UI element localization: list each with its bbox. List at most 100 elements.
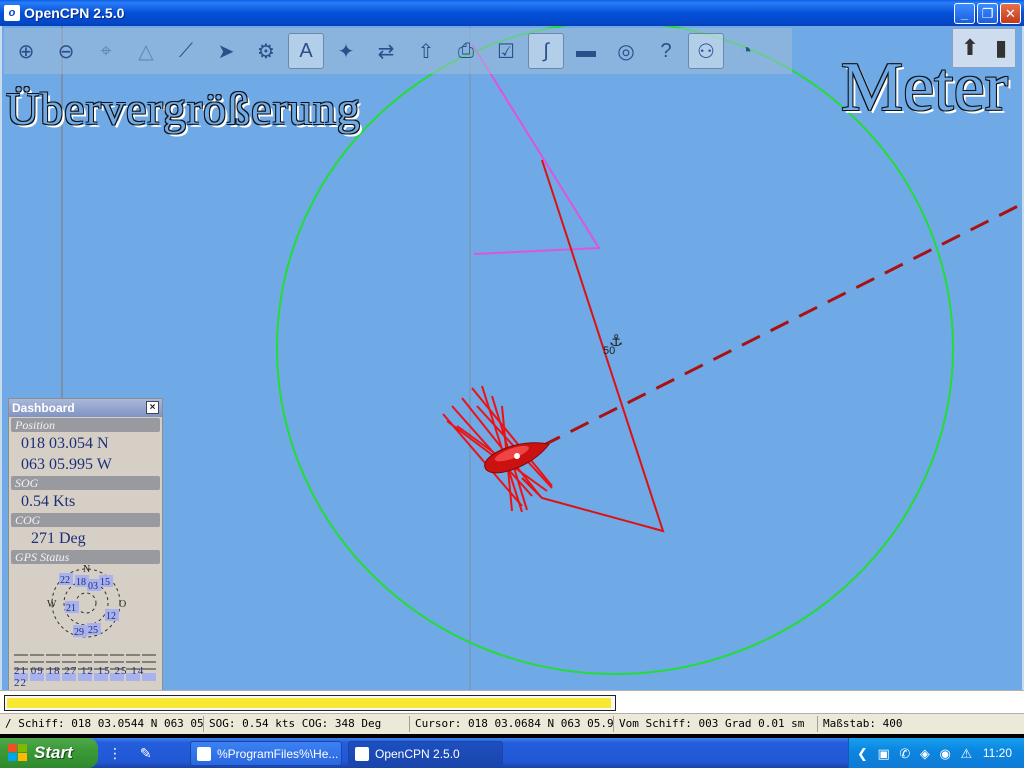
- minimize-button[interactable]: _: [954, 3, 975, 24]
- sog-label: SOG: [11, 476, 160, 490]
- progress-strip: [0, 690, 1024, 714]
- satellite-label: 03: [88, 581, 98, 592]
- compass-east-label: O: [119, 599, 126, 610]
- progress-bar-fill: [7, 698, 611, 708]
- dashboard-close-button[interactable]: ×: [146, 401, 159, 414]
- satellite-label: 22: [60, 575, 70, 586]
- compass-west-label: W: [47, 599, 57, 610]
- ais-icon: ⚇: [697, 40, 715, 63]
- help-button[interactable]: ?: [648, 33, 684, 69]
- start-button[interactable]: Start: [0, 738, 98, 768]
- satellite-label: 18: [76, 577, 86, 588]
- status-from-ship: Vom Schiff: 003 Grad 0.01 sm: [616, 716, 818, 732]
- route-button[interactable]: ⟋: [168, 33, 204, 69]
- color-scheme-button[interactable]: ▬: [568, 33, 604, 69]
- satellite-label: 12: [106, 611, 116, 622]
- settings-button[interactable]: ⚙: [248, 33, 284, 69]
- current-icon: ✦: [337, 40, 355, 63]
- print-button[interactable]: ⎙: [448, 33, 484, 69]
- satellite-label: 21: [66, 603, 76, 614]
- satellite-label: 25: [88, 625, 98, 636]
- currents-button[interactable]: ⇧: [408, 33, 444, 69]
- zoom-out-button[interactable]: ⊖: [48, 33, 84, 69]
- overzoom-label: Übervergrößerung: [6, 83, 361, 134]
- signal-bars-icon: ▮: [995, 35, 1008, 60]
- ais-button[interactable]: ⚇: [688, 33, 724, 69]
- dashboard-button[interactable]: ◔: [728, 33, 764, 69]
- quick-launch[interactable]: ⋮ ✎: [108, 745, 152, 762]
- windows-logo-icon: [8, 744, 27, 761]
- text-button[interactable]: A: [288, 33, 324, 69]
- satellite-label: 29: [74, 627, 84, 638]
- route-line: [471, 43, 601, 255]
- heading-line: [541, 202, 1022, 448]
- current-button[interactable]: ✦: [328, 33, 364, 69]
- settings-icon: ⚙: [257, 40, 275, 63]
- dashboard-title: Dashboard: [12, 401, 75, 415]
- zoom-in-button[interactable]: ⊕: [8, 33, 44, 69]
- mob-icon: ◎: [617, 40, 635, 63]
- opencpn-task-icon: [355, 747, 369, 761]
- tides-button[interactable]: ⇄: [368, 33, 404, 69]
- clock: 11:20: [982, 746, 1012, 760]
- dashboard-titlebar[interactable]: Dashboard ×: [9, 399, 162, 417]
- follow-icon: ➤: [217, 40, 235, 63]
- follow-button[interactable]: ➤: [208, 33, 244, 69]
- track-icon: ∫: [543, 39, 549, 62]
- task-item-explorer[interactable]: %ProgramFiles%\He...: [190, 741, 342, 766]
- gps-sky-view: 22 18 03 15 21 12 25 29 N W O: [11, 565, 161, 641]
- status-cursor: Cursor: 018 03.0684 N 063 05.9952 W: [412, 716, 614, 732]
- route-manager-icon: ☑: [497, 40, 515, 63]
- track-button[interactable]: ∫: [528, 33, 564, 69]
- window-titlebar[interactable]: o OpenCPN 2.5.0 _ ❐ ✕: [0, 0, 1024, 26]
- currents-icon: ⇧: [417, 40, 435, 63]
- folder-icon: [197, 747, 211, 761]
- dashboard-icon: ◔: [739, 39, 753, 62]
- gps-signal-bars: 21 09 18 27 12 15 25 14 22: [11, 645, 160, 690]
- opencpn-app-icon: o: [4, 5, 20, 21]
- latitude-value: 018 03.054 N: [21, 435, 109, 452]
- progress-bar: [4, 695, 616, 711]
- scale-in-icon: ⌖: [100, 39, 112, 62]
- task-item-opencpn[interactable]: OpenCPN 2.5.0: [348, 741, 503, 766]
- system-tray: ❮ ▣ ✆ ◈ ◉ ⚠ 11:20: [848, 738, 1024, 768]
- dashboard-panel: Dashboard × Position 018 03.054 N 063 05…: [8, 398, 163, 690]
- chart-canvas[interactable]: ⚓ Meter Übervergrößerung 50 ⊕ ⊖ ⌖ △ ⟋ ➤ ⚙ A ✦ ⇄ ⇧ ⎙…: [0, 26, 1024, 690]
- status-bar: / Schiff: 018 03.0544 N 063 05.9960 W SO…: [0, 714, 1024, 734]
- tray-icons[interactable]: ❮ ▣ ✆ ◈ ◉ ⚠: [857, 746, 975, 762]
- print-icon: ⎙: [458, 39, 474, 62]
- sog-value: 0.54 Kts: [21, 493, 76, 510]
- task-item-label: OpenCPN 2.5.0: [375, 747, 460, 761]
- route-icon: ⟋: [179, 39, 193, 62]
- task-item-label: %ProgramFiles%\He...: [217, 747, 339, 761]
- mob-button[interactable]: ◎: [608, 33, 644, 69]
- zoom-out-icon: ⊖: [57, 40, 75, 63]
- satellite-ids: 21 09 18 27 12 15 25 14 22: [14, 665, 145, 689]
- color-scheme-icon: ▬: [576, 39, 596, 62]
- longitude-value: 063 05.995 W: [21, 456, 112, 473]
- compass-north-label: N: [83, 565, 90, 575]
- quicklaunch-icon: ✎: [139, 745, 152, 761]
- close-button[interactable]: ✕: [1000, 3, 1021, 24]
- position-label: Position: [11, 418, 160, 432]
- cog-label: COG: [11, 513, 160, 527]
- status-scale: Maßstab: 400: [823, 717, 903, 730]
- scale-in-button[interactable]: ⌖: [88, 33, 124, 69]
- compass-widget[interactable]: ⬆ ▮: [952, 28, 1016, 68]
- cog-value: 271 Deg: [31, 530, 86, 547]
- anchor-depth-label: 50: [603, 345, 616, 357]
- text-icon: A: [299, 39, 313, 62]
- restore-button[interactable]: ❐: [977, 3, 998, 24]
- ownship-icon: [484, 442, 550, 474]
- scale-out-button[interactable]: △: [128, 33, 164, 69]
- satellite-label: 15: [100, 577, 110, 588]
- scale-out-icon: △: [138, 40, 154, 63]
- tides-icon: ⇄: [377, 40, 395, 63]
- status-ship-position: / Schiff: 018 03.0544 N 063 05.9960 W: [2, 716, 204, 732]
- main-toolbar: ⊕ ⊖ ⌖ △ ⟋ ➤ ⚙ A ✦ ⇄ ⇧ ⎙ ☑ ∫ ▬ ◎? ⚇ ◔: [4, 28, 792, 74]
- start-label: Start: [34, 743, 73, 762]
- help-icon: ?: [660, 39, 672, 62]
- route-manager-button[interactable]: ☑: [488, 33, 524, 69]
- status-sog-cog: SOG: 0.54 kts COG: 348 Deg: [206, 716, 410, 732]
- taskbar: Start ⋮ ✎ %ProgramFiles%\He... OpenCPN 2…: [0, 738, 1024, 768]
